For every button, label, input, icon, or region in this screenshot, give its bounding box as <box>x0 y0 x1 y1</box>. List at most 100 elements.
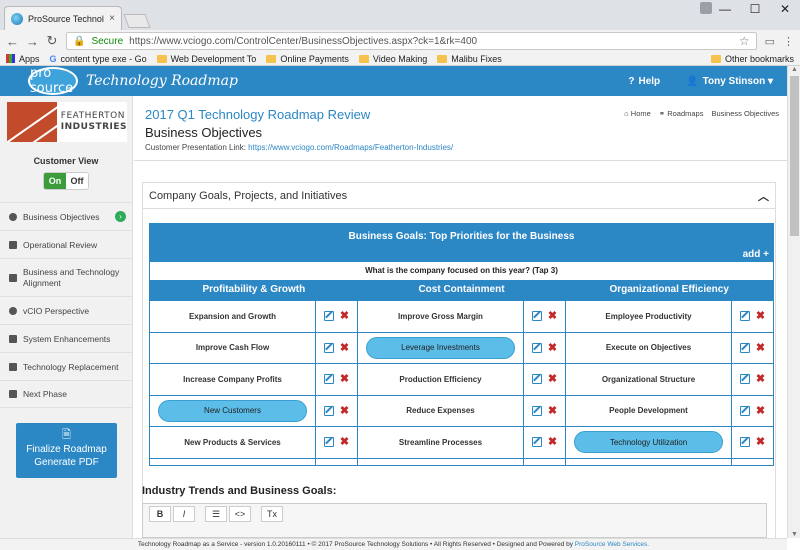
toggle-on[interactable]: On <box>44 173 66 189</box>
sidebar-item-technology-replacement[interactable]: Technology Replacement <box>0 352 132 380</box>
goal-option[interactable]: Increase Company Profits <box>150 364 315 395</box>
maximize-button[interactable]: ☐ <box>740 0 770 20</box>
goal-option[interactable] <box>150 459 315 465</box>
breadcrumb-roadmaps[interactable]: ⚭ Roadmaps <box>659 109 704 118</box>
edit-icon[interactable] <box>323 374 334 385</box>
breadcrumb-home[interactable]: ⌂ Home <box>624 109 651 118</box>
sidebar-item-alignment[interactable]: Business and Technology Alignment <box>0 258 132 296</box>
delete-icon[interactable]: ✖ <box>756 374 765 385</box>
goal-option[interactable]: New Customers <box>150 396 315 427</box>
scroll-down-arrow-icon[interactable]: ▼ <box>788 531 800 538</box>
new-tab-button[interactable] <box>123 14 151 28</box>
delete-icon[interactable]: ✖ <box>756 311 765 322</box>
goal-option[interactable] <box>358 459 523 465</box>
delete-icon[interactable]: ✖ <box>548 405 557 416</box>
main-content: 2017 Q1 Technology Roadmap Review Busine… <box>134 96 787 538</box>
goal-option[interactable]: Improve Gross Margin <box>358 301 523 332</box>
close-window-button[interactable]: ✕ <box>770 0 800 20</box>
goal-option[interactable]: Organizational Structure <box>566 364 731 395</box>
customer-view-toggle[interactable]: On Off <box>43 172 89 190</box>
page-scrollbar[interactable]: ▲ ▼ <box>787 66 800 538</box>
delete-icon[interactable]: ✖ <box>548 374 557 385</box>
delete-icon[interactable]: ✖ <box>756 437 765 448</box>
prosource-logo[interactable]: pro source Technology Roadmap <box>28 66 238 96</box>
edit-icon[interactable] <box>323 311 334 322</box>
chevron-up-icon[interactable]: ︿ <box>758 188 769 204</box>
toggle-off[interactable]: Off <box>66 173 88 189</box>
user-menu[interactable]: 👤 Tony Stinson ▾ <box>686 76 773 87</box>
goal-option[interactable]: Execute on Objectives <box>566 333 731 364</box>
delete-icon[interactable]: ✖ <box>548 437 557 448</box>
scroll-up-arrow-icon[interactable]: ▲ <box>788 66 800 73</box>
trends-rich-text-editor[interactable]: B I ☰ <> Tx <box>142 503 767 538</box>
sidebar-item-vcio-perspective[interactable]: vCIO Perspective <box>0 296 132 324</box>
goal-option[interactable] <box>566 459 731 465</box>
goal-option[interactable]: Production Efficiency <box>358 364 523 395</box>
delete-icon[interactable]: ✖ <box>756 342 765 353</box>
finalize-roadmap-button[interactable]: 🗎 Finalize Roadmap Generate PDF <box>16 423 117 478</box>
goal-option[interactable]: Reduce Expenses <box>358 396 523 427</box>
footer-link[interactable]: ProSource Web Services. <box>575 541 649 548</box>
delete-icon[interactable]: ✖ <box>756 405 765 416</box>
add-goal-button[interactable]: add + <box>150 250 773 262</box>
goal-option[interactable]: Leverage Investments <box>358 333 523 364</box>
delete-icon[interactable]: ✖ <box>548 342 557 353</box>
tab-close-icon[interactable]: × <box>109 13 115 24</box>
edit-icon[interactable] <box>739 405 750 416</box>
delete-icon[interactable]: ✖ <box>340 374 349 385</box>
browser-tab[interactable]: ProSource Technology Ro × <box>4 6 122 30</box>
delete-icon[interactable]: ✖ <box>340 405 349 416</box>
edit-icon[interactable] <box>323 405 334 416</box>
goal-option[interactable]: Employee Productivity <box>566 301 731 332</box>
bookmark-folder[interactable]: Video Making <box>358 54 427 64</box>
goal-option[interactable]: New Products & Services <box>150 427 315 458</box>
cast-icon[interactable]: ▭ <box>765 35 775 48</box>
goal-option[interactable]: Expansion and Growth <box>150 301 315 332</box>
panel-header[interactable]: Company Goals, Projects, and Initiatives… <box>143 183 775 209</box>
code-button[interactable]: <> <box>229 506 251 522</box>
edit-icon[interactable] <box>531 374 542 385</box>
back-arrow-icon[interactable]: ← <box>6 34 19 49</box>
edit-icon[interactable] <box>531 342 542 353</box>
sidebar-item-next-phase[interactable]: Next Phase <box>0 380 132 408</box>
bookmark-star-icon[interactable]: ☆ <box>739 34 750 48</box>
help-link[interactable]: ? Help <box>628 76 660 87</box>
reload-icon[interactable]: ↻ <box>46 33 58 49</box>
edit-icon[interactable] <box>739 437 750 448</box>
menu-dots-icon[interactable]: ⋮ <box>783 35 794 48</box>
delete-icon[interactable]: ✖ <box>340 437 349 448</box>
scroll-thumb[interactable] <box>790 76 799 236</box>
sidebar-item-operational-review[interactable]: Operational Review <box>0 230 132 258</box>
edit-icon[interactable] <box>739 342 750 353</box>
delete-icon[interactable]: ✖ <box>548 311 557 322</box>
goal-option[interactable]: Technology Utilization <box>566 427 731 458</box>
bookmark-folder[interactable]: Web Development To <box>156 54 256 64</box>
delete-icon[interactable]: ✖ <box>340 311 349 322</box>
url-field[interactable]: 🔒 Secure https://www.vciogo.com/ControlC… <box>66 32 757 50</box>
edit-icon[interactable] <box>323 437 334 448</box>
clear-format-button[interactable]: Tx <box>261 506 283 522</box>
goal-option[interactable]: People Development <box>566 396 731 427</box>
presentation-link[interactable]: https://www.vciogo.com/Roadmaps/Feathert… <box>248 143 453 152</box>
sidebar-item-business-objectives[interactable]: Business Objectives › <box>0 202 132 230</box>
edit-icon[interactable] <box>323 342 334 353</box>
bold-button[interactable]: B <box>149 506 171 522</box>
other-bookmarks[interactable]: Other bookmarks <box>710 54 794 64</box>
bookmark-folder[interactable]: Online Payments <box>266 54 349 64</box>
edit-icon[interactable] <box>531 311 542 322</box>
delete-icon[interactable]: ✖ <box>340 342 349 353</box>
bookmark-google[interactable]: Gcontent type exe - Go <box>50 54 147 64</box>
minimize-button[interactable]: — <box>710 0 740 20</box>
goal-option[interactable]: Streamline Processes <box>358 427 523 458</box>
italic-button[interactable]: I <box>173 506 195 522</box>
bookmark-apps[interactable]: Apps <box>6 54 40 64</box>
sidebar-item-system-enhancements[interactable]: System Enhancements <box>0 324 132 352</box>
edit-icon[interactable] <box>531 437 542 448</box>
list-button[interactable]: ☰ <box>205 506 227 522</box>
goal-option[interactable]: Improve Cash Flow <box>150 333 315 364</box>
forward-arrow-icon[interactable]: → <box>26 34 39 49</box>
edit-icon[interactable] <box>739 374 750 385</box>
edit-icon[interactable] <box>531 405 542 416</box>
bookmark-folder[interactable]: Malibu Fixes <box>437 54 502 64</box>
edit-icon[interactable] <box>739 311 750 322</box>
